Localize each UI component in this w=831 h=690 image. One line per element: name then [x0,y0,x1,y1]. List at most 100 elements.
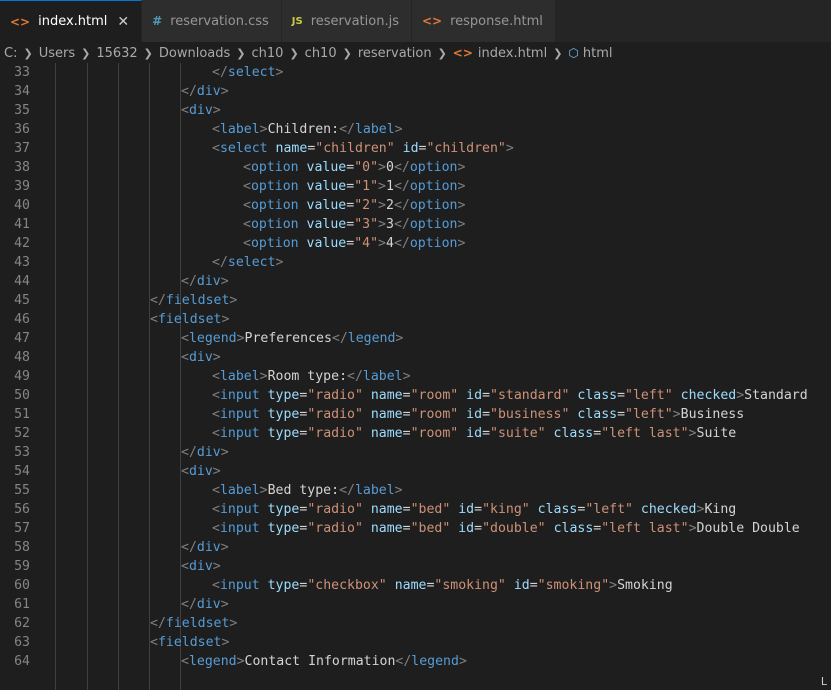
code-line[interactable]: 55 <label>Bed type:</label> [0,481,831,500]
breadcrumb-item[interactable]: Downloads [159,46,230,61]
code-text: <legend>Contact Information</legend> [181,654,467,669]
tab-label: response.html [450,13,543,29]
line-number: 64 [14,654,30,669]
breadcrumb-item[interactable]: 15632 [96,46,137,61]
code-line[interactable]: 40 <option value="2">2</option> [0,196,831,215]
code-text: </div> [181,274,229,289]
chevron-right-icon: ❯ [143,46,153,60]
code-line[interactable]: 33 </select> [0,63,831,82]
chevron-right-icon: ❯ [289,46,299,60]
code-line[interactable]: 34 </div> [0,82,831,101]
code-line[interactable]: 36 <label>Children:</label> [0,120,831,139]
status-corner-text: L [820,675,827,688]
code-text: <label>Bed type:</label> [212,483,403,498]
code-line[interactable]: 41 <option value="3">3</option> [0,215,831,234]
code-text: </div> [181,445,229,460]
breadcrumb-item[interactable]: html [583,46,613,61]
chevron-right-icon: ❯ [437,46,447,60]
code-line[interactable]: 38 <option value="0">0</option> [0,158,831,177]
line-number: 39 [14,179,30,194]
code-text: </div> [181,540,229,555]
code-line[interactable]: 60 <input type="checkbox" name="smoking" … [0,576,831,595]
symbol-element-icon: ⬡ [568,46,579,60]
line-number: 42 [14,236,30,251]
code-line[interactable]: 62 </fieldset> [0,614,831,633]
code-text: <fieldset> [150,635,230,650]
breadcrumb-item[interactable]: C: [4,46,17,61]
breadcrumb-item[interactable]: reservation [358,46,432,61]
tab-index-html[interactable]: <> index.html ✕ [0,0,143,42]
code-text: </div> [181,597,229,612]
line-number: 35 [14,103,30,118]
line-number: 60 [14,578,30,593]
code-text: </fieldset> [150,293,238,308]
code-line[interactable]: 59 <div> [0,557,831,576]
code-line[interactable]: 43 </select> [0,253,831,272]
code-line[interactable]: 39 <option value="1">1</option> [0,177,831,196]
code-line[interactable]: 42 <option value="4">4</option> [0,234,831,253]
breadcrumb-item[interactable]: ch10 [305,46,337,61]
code-line[interactable]: 63 <fieldset> [0,633,831,652]
line-number: 41 [14,217,30,232]
code-line[interactable]: 53 </div> [0,443,831,462]
code-line[interactable]: 56 <input type="radio" name="bed" id="kin… [0,500,831,519]
chevron-right-icon: ❯ [236,46,246,60]
html-file-icon: <> [10,14,31,29]
tab-label: index.html [38,14,108,29]
code-line[interactable]: 50 <input type="radio" name="room" id="st… [0,386,831,405]
close-icon[interactable]: ✕ [117,14,129,30]
tab-reservation-js[interactable]: JS reservation.js [281,0,412,42]
chevron-right-icon: ❯ [342,46,352,60]
code-line[interactable]: 44 </div> [0,272,831,291]
code-line[interactable]: 52 <input type="radio" name="room" id="su… [0,424,831,443]
line-number: 50 [14,388,30,403]
code-text: <option value="3">3</option> [243,217,466,232]
breadcrumb: C: ❯ Users ❯ 15632 ❯ Downloads ❯ ch10 ❯ … [0,42,831,64]
chevron-right-icon: ❯ [23,46,33,60]
tab-reservation-css[interactable]: # reservation.css [142,0,282,42]
code-line[interactable]: 57 <input type="radio" name="bed" id="dou… [0,519,831,538]
code-text: <div> [181,103,221,118]
line-number: 55 [14,483,30,498]
code-line[interactable]: 61 </div> [0,595,831,614]
code-text: <label>Room type:</label> [212,369,411,384]
code-line[interactable]: 49 <label>Room type:</label> [0,367,831,386]
line-number: 54 [14,464,30,479]
code-text: </fieldset> [150,616,238,631]
code-text: <div> [181,350,221,365]
code-text: <option value="1">1</option> [243,179,466,194]
code-line[interactable]: 64 <legend>Contact Information</legend> [0,652,831,671]
line-number: 56 [14,502,30,517]
code-line[interactable]: 45 </fieldset> [0,291,831,310]
line-number: 53 [14,445,30,460]
code-line[interactable]: 58 </div> [0,538,831,557]
line-number: 48 [14,350,30,365]
css-file-icon: # [152,14,163,28]
code-text: <div> [181,559,221,574]
code-text: <input type="radio" name="bed" id="king"… [212,502,737,517]
code-line[interactable]: 47 <legend>Preferences</legend> [0,329,831,348]
code-editor[interactable]: 33 </select> 34 </div> 35 <div> 36 <label>Child… [0,63,831,690]
code-text: <div> [181,464,221,479]
code-text: <legend>Preferences</legend> [181,331,404,346]
line-number: 62 [14,616,30,631]
breadcrumb-item[interactable]: index.html [478,46,547,61]
code-line[interactable]: 35 <div> [0,101,831,120]
line-number: 36 [14,122,30,137]
breadcrumb-item[interactable]: ch10 [252,46,284,61]
code-line[interactable]: 37 <select name="children" id="children"> [0,139,831,158]
breadcrumb-item[interactable]: Users [39,46,75,61]
line-number: 33 [14,65,30,80]
code-line[interactable]: 54 <div> [0,462,831,481]
line-number: 47 [14,331,30,346]
code-text: <option value="2">2</option> [243,198,466,213]
html-file-icon: <> [421,14,443,28]
code-line[interactable]: 48 <div> [0,348,831,367]
code-text: <input type="radio" name="room" id="stan… [212,388,808,403]
line-number: 43 [14,255,30,270]
line-number: 58 [14,540,30,555]
tab-label: reservation.js [310,13,399,29]
code-line[interactable]: 51 <input type="radio" name="room" id="bu… [0,405,831,424]
code-line[interactable]: 46 <fieldset> [0,310,831,329]
tab-response-html[interactable]: <> response.html [411,0,556,42]
